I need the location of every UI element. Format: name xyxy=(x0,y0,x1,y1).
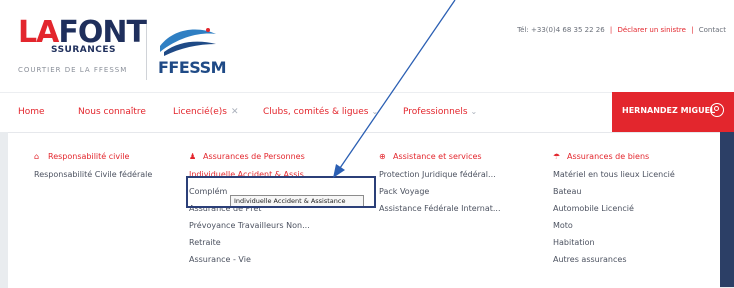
annotation-arrow-icon xyxy=(333,0,456,178)
page: LAFONT SSURANCES COURTIER DE LA FFESSM F… xyxy=(0,0,734,288)
